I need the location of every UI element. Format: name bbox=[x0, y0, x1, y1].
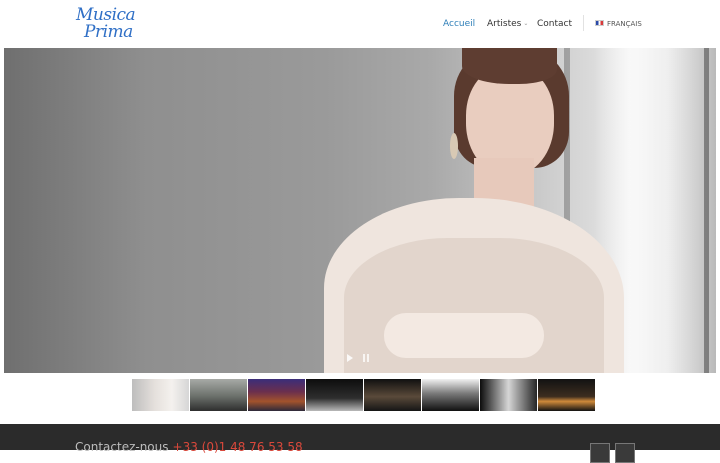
thumbnail-strip bbox=[132, 379, 595, 411]
play-icon[interactable] bbox=[347, 354, 353, 362]
thumbnail-7[interactable] bbox=[480, 379, 537, 411]
nav-item-artistes-label: Artistes bbox=[487, 19, 522, 29]
thumbnail-4[interactable] bbox=[306, 379, 363, 411]
thumbnail-8[interactable] bbox=[538, 379, 595, 411]
pause-icon[interactable] bbox=[363, 354, 369, 362]
hero-window-frame-right bbox=[704, 48, 709, 373]
hero-portrait-bangs bbox=[462, 48, 557, 84]
thumbnail-2[interactable] bbox=[190, 379, 247, 411]
flag-france-icon bbox=[595, 20, 604, 26]
hero-slideshow[interactable] bbox=[4, 48, 716, 373]
nav-divider bbox=[583, 15, 584, 31]
thumbnail-5[interactable] bbox=[364, 379, 421, 411]
social-button-2[interactable] bbox=[615, 443, 635, 463]
phone-link[interactable]: +33 (0)1 48 76 53 58 bbox=[173, 440, 303, 454]
hero-portrait-earring bbox=[450, 133, 458, 159]
footer-contact: Contactez-nous +33 (0)1 48 76 53 58 bbox=[75, 440, 303, 454]
site-header: Musica Prima Accueil Artistes ⌄ Contact F… bbox=[0, 0, 720, 48]
logo-line-2: Prima bbox=[84, 22, 133, 42]
nav-item-accueil[interactable]: Accueil bbox=[443, 18, 475, 30]
language-selector[interactable]: FRANÇAIS bbox=[595, 19, 642, 29]
thumbnail-3[interactable] bbox=[248, 379, 305, 411]
language-label: FRANÇAIS bbox=[607, 20, 642, 28]
contact-label: Contactez-nous bbox=[75, 440, 169, 454]
site-footer: Contactez-nous +33 (0)1 48 76 53 58 bbox=[0, 424, 720, 463]
musica-prima-logo[interactable]: Musica Prima bbox=[76, 6, 138, 46]
thumbnail-1[interactable] bbox=[132, 379, 189, 411]
social-button-1[interactable] bbox=[590, 443, 610, 463]
hero-portrait-arms bbox=[384, 313, 544, 358]
chevron-down-icon: ⌄ bbox=[523, 20, 529, 27]
nav-item-artistes[interactable]: Artistes ⌄ bbox=[487, 18, 528, 30]
nav-item-contact[interactable]: Contact bbox=[537, 18, 572, 30]
thumbnail-6[interactable] bbox=[422, 379, 479, 411]
